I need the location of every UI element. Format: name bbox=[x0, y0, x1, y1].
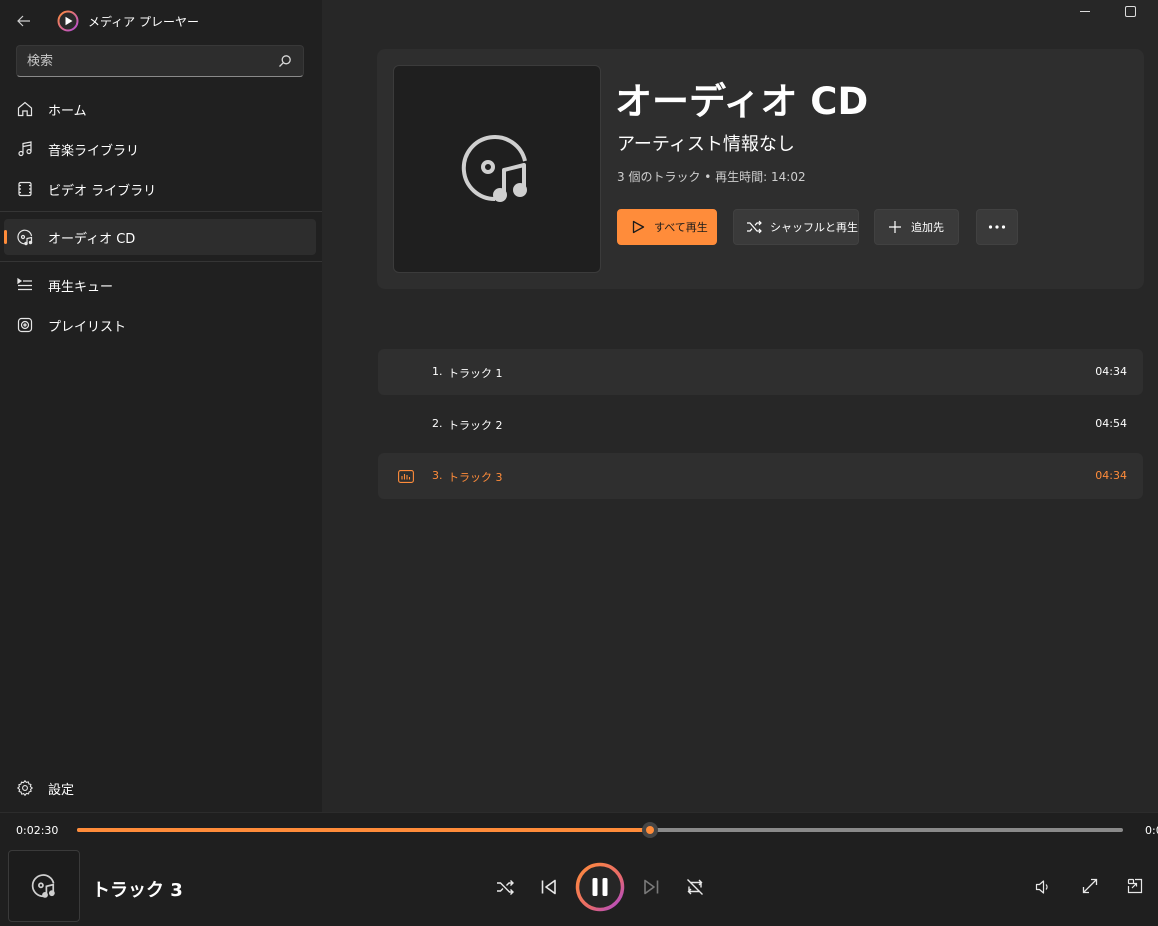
track-title: トラック 1 bbox=[448, 367, 503, 380]
mini-player-icon[interactable] bbox=[1126, 877, 1144, 895]
music-note-icon bbox=[18, 141, 32, 157]
queue-icon bbox=[17, 277, 32, 291]
search-input[interactable] bbox=[17, 46, 267, 76]
track-number: 2. bbox=[432, 417, 443, 430]
repeat-icon[interactable] bbox=[684, 876, 706, 898]
pause-icon bbox=[592, 878, 598, 896]
sidebar: メディア プレーヤー ホーム 音楽ライブラリ ビデオ ライブラリ オーディオ bbox=[0, 0, 322, 812]
home-icon bbox=[17, 101, 33, 117]
track-row[interactable]: 1. トラック 1 04:34 bbox=[378, 349, 1143, 395]
track-title: トラック 2 bbox=[448, 419, 503, 432]
nav-label-video-library: ビデオ ライブラリ bbox=[48, 183, 157, 199]
minimize-button[interactable] bbox=[1078, 4, 1092, 18]
cd-music-icon bbox=[31, 874, 55, 898]
title-bar: メディア プレーヤー bbox=[0, 0, 322, 42]
cd-music-icon bbox=[461, 135, 527, 202]
play-icon bbox=[632, 220, 645, 234]
total-time: 0:04:34 bbox=[1145, 824, 1158, 837]
nav-item-music-library[interactable]: 音楽ライブラリ bbox=[4, 131, 316, 167]
nav-label-play-queue: 再生キュー bbox=[48, 279, 114, 295]
track-duration: 04:34 bbox=[1095, 365, 1127, 378]
back-arrow-icon bbox=[17, 15, 30, 27]
nav-item-play-queue[interactable]: 再生キュー bbox=[4, 267, 316, 303]
album-art bbox=[393, 65, 601, 273]
playlist-icon bbox=[17, 317, 33, 333]
now-playing-equalizer-icon bbox=[398, 470, 414, 483]
track-number: 1. bbox=[432, 365, 443, 378]
shuffle-play-label: シャッフルと再生 bbox=[770, 221, 858, 234]
gear-icon bbox=[16, 779, 34, 797]
current-time: 0:02:30 bbox=[16, 824, 59, 837]
track-duration: 04:54 bbox=[1095, 417, 1127, 430]
track-number: 3. bbox=[432, 469, 443, 482]
maximize-button[interactable] bbox=[1125, 6, 1136, 17]
seek-bar[interactable] bbox=[77, 822, 1123, 838]
album-header: オーディオ CD アーティスト情報なし 3 個のトラック • 再生時間: 14:… bbox=[377, 49, 1144, 289]
seek-bar-progress bbox=[77, 828, 651, 832]
track-duration: 04:34 bbox=[1095, 469, 1127, 482]
back-button[interactable] bbox=[10, 8, 38, 34]
nav-item-settings[interactable]: 設定 bbox=[4, 770, 316, 806]
nav-label-settings: 設定 bbox=[48, 782, 75, 798]
search-box[interactable] bbox=[16, 45, 304, 77]
more-icon bbox=[988, 225, 1006, 229]
search-icon[interactable] bbox=[278, 54, 292, 68]
nav-divider bbox=[0, 211, 322, 212]
next-icon[interactable] bbox=[640, 876, 662, 898]
nav-item-home[interactable]: ホーム bbox=[4, 91, 316, 127]
play-all-label: すべて再生 bbox=[654, 221, 708, 234]
track-title: トラック 3 bbox=[448, 471, 503, 484]
more-options-button[interactable] bbox=[976, 209, 1018, 245]
album-title: オーディオ CD bbox=[615, 80, 869, 123]
nav-item-playlists[interactable]: プレイリスト bbox=[4, 307, 316, 343]
cd-icon bbox=[17, 229, 33, 246]
nav-label-music-library: 音楽ライブラリ bbox=[48, 143, 140, 159]
now-playing-art[interactable] bbox=[8, 850, 80, 922]
nav-label-audio-cd: オーディオ CD bbox=[48, 231, 136, 247]
nav-label-home: ホーム bbox=[48, 103, 87, 119]
fullscreen-icon[interactable] bbox=[1081, 877, 1099, 895]
track-row[interactable]: 2. トラック 2 04:54 bbox=[378, 401, 1143, 447]
now-playing-title: トラック 3 bbox=[92, 880, 183, 901]
album-artist: アーティスト情報なし bbox=[617, 134, 795, 155]
nav-item-video-library[interactable]: ビデオ ライブラリ bbox=[4, 171, 316, 207]
plus-icon bbox=[889, 221, 901, 233]
shuffle-icon bbox=[747, 220, 762, 234]
nav-item-audio-cd[interactable]: オーディオ CD bbox=[4, 219, 316, 255]
seek-thumb[interactable] bbox=[642, 822, 659, 838]
track-row-now-playing[interactable]: 3. トラック 3 04:34 bbox=[378, 453, 1143, 499]
shuffle-play-button[interactable]: シャッフルと再生 bbox=[733, 209, 859, 245]
volume-icon[interactable] bbox=[1034, 878, 1052, 896]
pause-button[interactable] bbox=[575, 862, 625, 912]
nav-divider bbox=[0, 261, 322, 262]
player-bar: 0:02:30 0:04:34 トラック 3 bbox=[0, 812, 1158, 926]
previous-icon[interactable] bbox=[538, 876, 560, 898]
add-to-button[interactable]: 追加先 bbox=[874, 209, 959, 245]
film-icon bbox=[18, 181, 32, 197]
add-to-label: 追加先 bbox=[911, 221, 944, 234]
app-logo-icon bbox=[57, 10, 79, 32]
app-title: メディア プレーヤー bbox=[88, 15, 199, 29]
nav-label-playlists: プレイリスト bbox=[48, 319, 127, 335]
album-meta: 3 個のトラック • 再生時間: 14:02 bbox=[617, 170, 806, 184]
play-all-button[interactable]: すべて再生 bbox=[617, 209, 717, 245]
shuffle-icon[interactable] bbox=[494, 876, 516, 898]
